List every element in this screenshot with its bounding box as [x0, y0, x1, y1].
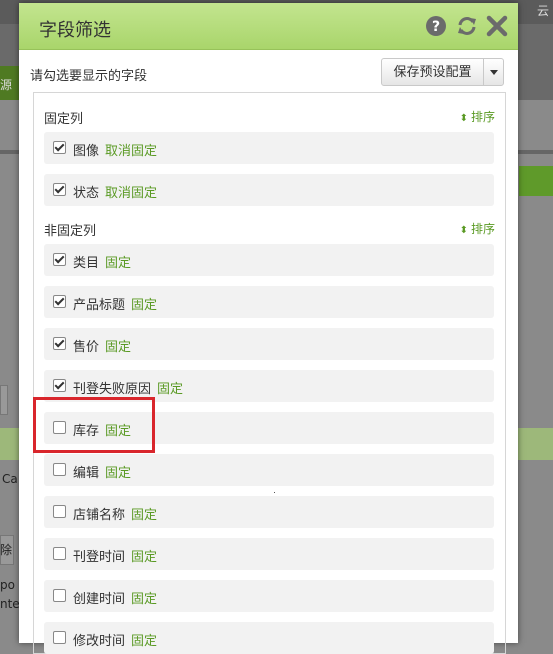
background-dropdown-button: [519, 166, 553, 196]
field-checkbox[interactable]: [53, 589, 66, 602]
field-checkbox[interactable]: [53, 463, 66, 476]
fix-toggle-link[interactable]: 固定: [131, 592, 157, 607]
field-label: 售价: [73, 340, 100, 355]
field-row[interactable]: 类目 固定: [44, 244, 494, 276]
field-label-group: 类目 固定: [73, 252, 131, 271]
fix-toggle-link[interactable]: 固定: [131, 298, 157, 313]
background-tab-label: 源: [0, 78, 13, 92]
background-text: Ca: [2, 472, 18, 486]
refresh-icon[interactable]: [456, 15, 478, 37]
background-topright-text: 云: [537, 4, 550, 18]
field-checkbox[interactable]: [53, 253, 66, 266]
unfixed-columns-label: 非固定列: [44, 224, 97, 239]
fix-toggle-link[interactable]: 固定: [105, 256, 131, 271]
field-row[interactable]: 状态 取消固定: [44, 174, 494, 206]
field-checkbox[interactable]: [53, 183, 66, 196]
save-preset-dropdown-button[interactable]: [483, 58, 504, 86]
background-text: po: [0, 578, 15, 592]
unfixed-sort-link[interactable]: ⬍ 排序: [460, 220, 495, 237]
dialog-header: 字段筛选 ?: [19, 3, 518, 50]
field-label-group: 产品标题 固定: [73, 294, 157, 313]
fix-toggle-link[interactable]: 固定: [105, 466, 131, 481]
dialog-title: 字段筛选: [39, 20, 111, 41]
field-checkbox[interactable]: [53, 379, 66, 392]
fixed-sort-link[interactable]: ⬍ 排序: [460, 108, 495, 125]
field-label-group: 刊登失败原因 固定: [73, 378, 183, 397]
fix-toggle-link[interactable]: 取消固定: [105, 144, 157, 159]
field-row[interactable]: 产品标题 固定: [44, 286, 494, 318]
field-checkbox[interactable]: [53, 337, 66, 350]
field-label: 创建时间: [73, 592, 126, 607]
field-label: 图像: [73, 144, 100, 159]
field-label: 状态: [73, 186, 100, 201]
field-label: 类目: [73, 256, 100, 271]
field-label: 编辑: [73, 466, 100, 481]
fix-toggle-link[interactable]: 固定: [157, 382, 183, 397]
field-list-panel: 固定列 ⬍ 排序 图像 取消固定 状态 取消固定 非固定列 ⬍ 排序 类目 固定 产品标题 固定…: [33, 92, 506, 654]
sort-icon: ⬍: [459, 113, 468, 124]
field-checkbox[interactable]: [53, 631, 66, 644]
fix-toggle-link[interactable]: 固定: [131, 508, 157, 523]
field-row[interactable]: 编辑 固定: [44, 454, 494, 486]
field-label: 店铺名称: [73, 508, 126, 523]
field-row[interactable]: 店铺名称 固定: [44, 496, 494, 528]
dot: [274, 492, 275, 493]
field-checkbox[interactable]: [53, 505, 66, 518]
field-label: 刊登失败原因: [73, 382, 152, 397]
field-row[interactable]: 图像 取消固定: [44, 132, 494, 164]
background-button: [0, 385, 8, 415]
field-label-group: 售价 固定: [73, 336, 131, 355]
unfixed-sort-label: 排序: [470, 222, 495, 236]
field-label-group: 编辑 固定: [73, 462, 131, 481]
fix-toggle-link[interactable]: 取消固定: [105, 186, 157, 201]
background-text: nte: [0, 597, 20, 611]
fix-toggle-link[interactable]: 固定: [131, 634, 157, 649]
field-label-group: 状态 取消固定: [73, 182, 157, 201]
field-label: 产品标题: [73, 298, 126, 313]
field-label-group: 刊登时间 固定: [73, 546, 157, 565]
field-checkbox[interactable]: [53, 547, 66, 560]
field-row[interactable]: 售价 固定: [44, 328, 494, 360]
highlight-box: [33, 397, 155, 453]
save-preset-button[interactable]: 保存预设配置: [381, 58, 484, 86]
svg-text:?: ?: [432, 19, 440, 35]
field-checkbox[interactable]: [53, 295, 66, 308]
field-row[interactable]: 修改时间 固定: [44, 622, 494, 654]
help-icon[interactable]: ?: [425, 15, 447, 37]
fix-toggle-link[interactable]: 固定: [105, 340, 131, 355]
field-checkbox[interactable]: [53, 141, 66, 154]
fix-toggle-link[interactable]: 固定: [131, 550, 157, 565]
background-button-label: 除: [0, 543, 13, 557]
fixed-columns-label: 固定列: [44, 112, 84, 127]
fixed-sort-label: 排序: [470, 110, 495, 124]
dialog-subtitle: 请勾选要显示的字段: [30, 69, 148, 84]
field-filter-dialog: 字段筛选 ? 请勾选要显示的字段 保存预设配置 固定列 ⬍ 排序 图像 取消固定 状态…: [19, 3, 518, 654]
field-label: 修改时间: [73, 634, 126, 649]
field-row[interactable]: 创建时间 固定: [44, 580, 494, 612]
field-label-group: 修改时间 固定: [73, 630, 157, 649]
field-label: 刊登时间: [73, 550, 126, 565]
field-label-group: 图像 取消固定: [73, 140, 157, 159]
field-row[interactable]: 刊登时间 固定: [44, 538, 494, 570]
field-label-group: 店铺名称 固定: [73, 504, 157, 523]
close-icon[interactable]: [486, 15, 508, 37]
sort-icon: ⬍: [459, 225, 468, 236]
field-label-group: 创建时间 固定: [73, 588, 157, 607]
